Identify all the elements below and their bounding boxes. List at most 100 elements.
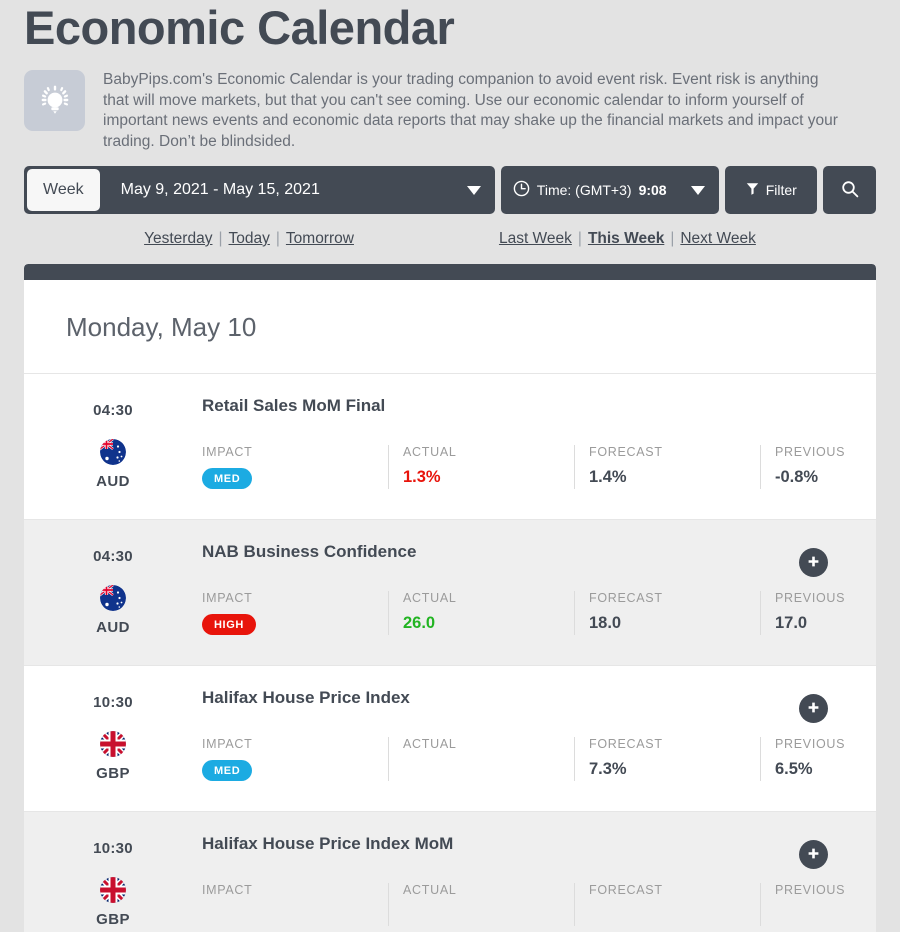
event-currency: GBP <box>96 911 130 928</box>
metric-label-actual: ACTUAL <box>403 737 457 751</box>
plus-icon <box>807 701 820 717</box>
chevron-down-icon <box>691 185 706 195</box>
filter-button[interactable]: Filter <box>725 166 818 214</box>
previous-value: 17.0 <box>775 614 808 632</box>
metric-forecast: FORECAST 1.4% <box>574 445 760 489</box>
metric-forecast: FORECAST <box>574 883 760 926</box>
calendar-card: Monday, May 10 04:30 AUD Retail Sales MoM … <box>24 264 876 932</box>
impact-badge: HIGH <box>202 614 256 635</box>
metric-label-forecast: FORECAST <box>589 737 663 751</box>
metric-label-actual: ACTUAL <box>403 445 457 459</box>
impact-value <box>202 906 388 926</box>
metric-actual: ACTUAL <box>388 883 574 926</box>
previous-value: -0.8% <box>775 468 819 486</box>
quicknav-yesterday[interactable]: Yesterday <box>138 230 218 248</box>
quick-nav-days: Yesterday | Today | Tomorrow <box>138 230 360 248</box>
quicknav-tomorrow[interactable]: Tomorrow <box>280 230 360 248</box>
event-row[interactable]: 10:30 GBP Halifax House Price Index MoM IMP… <box>24 812 876 932</box>
forecast-value: 1.4% <box>589 468 627 486</box>
event-row[interactable]: 10:30 GBP Halifax House Price Index IMPACT M… <box>24 666 876 812</box>
quicknav-this-week[interactable]: This Week <box>582 230 670 248</box>
event-metrics: IMPACT ACTUAL FORECAST PREVIOUS <box>202 883 876 926</box>
timezone-select[interactable]: Time: (GMT+3) 9:08 <box>500 166 720 214</box>
event-title: Halifax House Price Index <box>202 688 410 707</box>
plus-icon <box>807 847 820 863</box>
impact-value: MED <box>202 468 388 489</box>
period-range-group: Week May 9, 2021 - May 15, 2021 <box>24 166 495 214</box>
metric-previous: PREVIOUS <box>760 883 876 926</box>
metric-actual: ACTUAL 1.3% <box>388 445 574 489</box>
page-title: Economic Calendar <box>24 1 455 52</box>
event-metrics: IMPACT MED ACTUAL 1.3% FORECAST 1.4% PREVIOUS -… <box>202 445 876 489</box>
expand-event-button[interactable] <box>799 694 828 723</box>
event-metrics: IMPACT MED ACTUAL FORECAST 7.3% PREVIOUS 6.5% <box>202 737 876 781</box>
impact-value: HIGH <box>202 614 388 635</box>
date-range-value: May 9, 2021 - May 15, 2021 <box>120 181 320 198</box>
actual-value <box>403 906 574 926</box>
metric-label-actual: ACTUAL <box>403 591 457 605</box>
event-row[interactable]: 04:30 AUD Retail Sales MoM Final IMPACT MED A… <box>24 374 876 520</box>
period-week-button[interactable]: Week <box>27 169 100 211</box>
quicknav-next-week[interactable]: Next Week <box>674 230 762 248</box>
event-currency: GBP <box>96 765 130 782</box>
forecast-value: 18.0 <box>589 614 622 632</box>
metric-impact: IMPACT MED <box>202 737 388 781</box>
day-heading: Monday, May 10 <box>66 312 257 342</box>
previous-value <box>775 906 876 926</box>
metric-label-impact: IMPACT <box>202 737 253 751</box>
event-details: Halifax House Price Index MoM IMPACT ACTUA… <box>202 834 876 932</box>
metric-forecast: FORECAST 7.3% <box>574 737 760 781</box>
clock-icon <box>513 180 530 200</box>
metric-label-impact: IMPACT <box>202 883 253 897</box>
event-metrics: IMPACT HIGH ACTUAL 26.0 FORECAST 18.0 PREVIOUS… <box>202 591 876 635</box>
event-row[interactable]: 04:30 AUD NAB Business Confidence IMPACT HIG… <box>24 520 876 666</box>
impact-value: MED <box>202 760 388 781</box>
metric-label-impact: IMPACT <box>202 445 253 459</box>
impact-badge: MED <box>202 468 253 489</box>
intro-block: BabyPips.com's Economic Calendar is your… <box>0 52 900 152</box>
search-button[interactable] <box>823 166 877 214</box>
event-time: 10:30 <box>93 840 133 857</box>
metric-label-previous: PREVIOUS <box>775 445 846 459</box>
actual-value: 26.0 <box>403 614 436 632</box>
plus-icon <box>807 555 820 571</box>
metric-label-forecast: FORECAST <box>589 883 663 897</box>
previous-value: 6.5% <box>775 760 813 778</box>
expand-event-button[interactable] <box>799 548 828 577</box>
calendar-toolbar: Week May 9, 2021 - May 15, 2021 Time: (G… <box>0 152 900 214</box>
chevron-down-icon <box>466 185 481 195</box>
metric-actual: ACTUAL 26.0 <box>388 591 574 635</box>
funnel-icon <box>746 182 759 198</box>
quicknav-last-week[interactable]: Last Week <box>493 230 578 248</box>
calendar-top-bar <box>24 264 876 280</box>
event-details: Halifax House Price Index IMPACT MED ACTUAL… <box>202 688 876 789</box>
event-currency: AUD <box>96 619 130 636</box>
event-time-currency: 04:30 AUD <box>24 542 202 643</box>
quick-nav: Yesterday | Today | Tomorrow Last Week |… <box>0 214 900 248</box>
metric-previous: PREVIOUS -0.8% <box>760 445 876 489</box>
quicknav-today[interactable]: Today <box>223 230 276 248</box>
flag-australia-icon <box>100 439 126 465</box>
quick-nav-weeks: Last Week | This Week | Next Week <box>493 230 762 248</box>
impact-badge: MED <box>202 760 253 781</box>
timezone-label: Time: (GMT+3) <box>536 182 632 198</box>
metric-label-forecast: FORECAST <box>589 445 663 459</box>
event-title: Retail Sales MoM Final <box>202 396 386 415</box>
metric-impact: IMPACT HIGH <box>202 591 388 635</box>
event-currency: AUD <box>96 473 130 490</box>
quick-nav-spacer <box>360 230 493 248</box>
metric-impact: IMPACT <box>202 883 388 926</box>
date-range-select[interactable]: May 9, 2021 - May 15, 2021 <box>103 166 495 214</box>
event-details: Retail Sales MoM Final IMPACT MED ACTUAL 1.3… <box>202 396 876 497</box>
current-time-value: 9:08 <box>638 182 667 198</box>
event-title: Halifax House Price Index MoM <box>202 834 454 853</box>
metric-label-actual: ACTUAL <box>403 883 457 897</box>
event-time-currency: 04:30 AUD <box>24 396 202 497</box>
lightbulb-icon <box>24 70 85 131</box>
metric-label-impact: IMPACT <box>202 591 253 605</box>
metric-previous: PREVIOUS 17.0 <box>760 591 876 635</box>
expand-event-button[interactable] <box>799 840 828 869</box>
intro-text: BabyPips.com's Economic Calendar is your… <box>103 71 838 150</box>
metric-impact: IMPACT MED <box>202 445 388 489</box>
actual-value: 1.3% <box>403 468 441 486</box>
